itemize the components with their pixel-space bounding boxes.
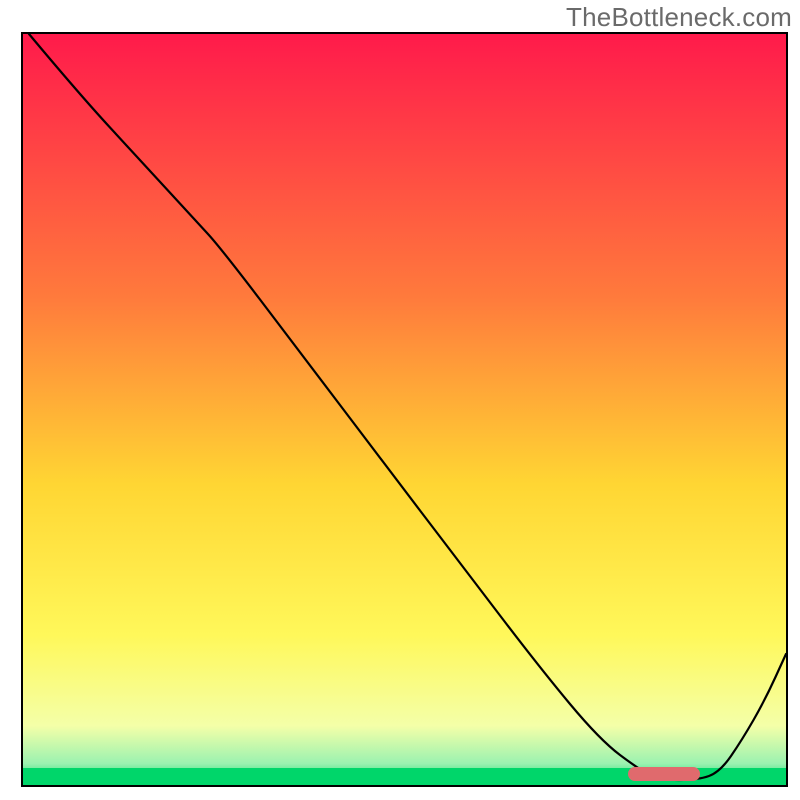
gradient-background	[22, 33, 787, 786]
chart-container: TheBottleneck.com	[0, 0, 800, 800]
bottleneck-chart	[0, 0, 800, 800]
optimal-range-marker	[628, 767, 700, 781]
